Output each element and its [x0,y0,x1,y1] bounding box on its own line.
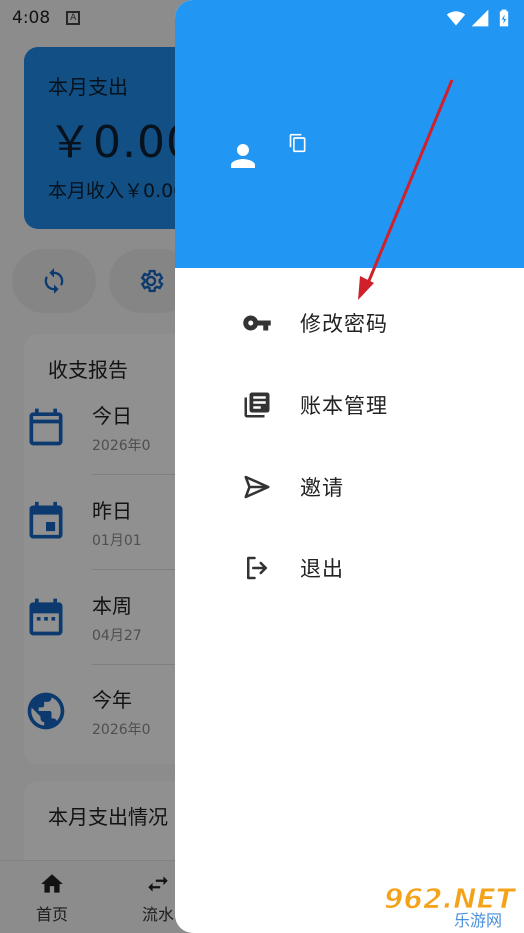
ledger-icon [241,389,273,421]
status-icons [446,8,514,28]
navigation-drawer: 修改密码 账本管理 邀请 退出 [175,0,524,933]
menu-item-label: 邀请 [300,476,344,500]
menu-item-label: 退出 [300,557,344,581]
avatar-icon[interactable] [225,138,261,174]
wifi-icon [446,11,466,26]
menu-item-change-password[interactable]: 修改密码 [175,282,524,364]
watermark-logo: 962.NET 乐游网 [384,882,518,929]
menu-item-label: 修改密码 [300,312,388,336]
drawer-header [175,0,524,268]
menu-item-ledger-manage[interactable]: 账本管理 [175,364,524,446]
logout-icon [241,552,273,584]
signal-icon [471,9,489,27]
menu-item-invite[interactable]: 邀请 [175,446,524,528]
copy-icon[interactable] [288,133,308,153]
send-icon [241,471,273,503]
watermark-sub: 乐游网 [454,911,502,928]
menu-item-label: 账本管理 [300,394,388,418]
battery-icon [499,9,509,27]
menu-item-logout[interactable]: 退出 [175,527,524,609]
key-icon [241,307,273,339]
